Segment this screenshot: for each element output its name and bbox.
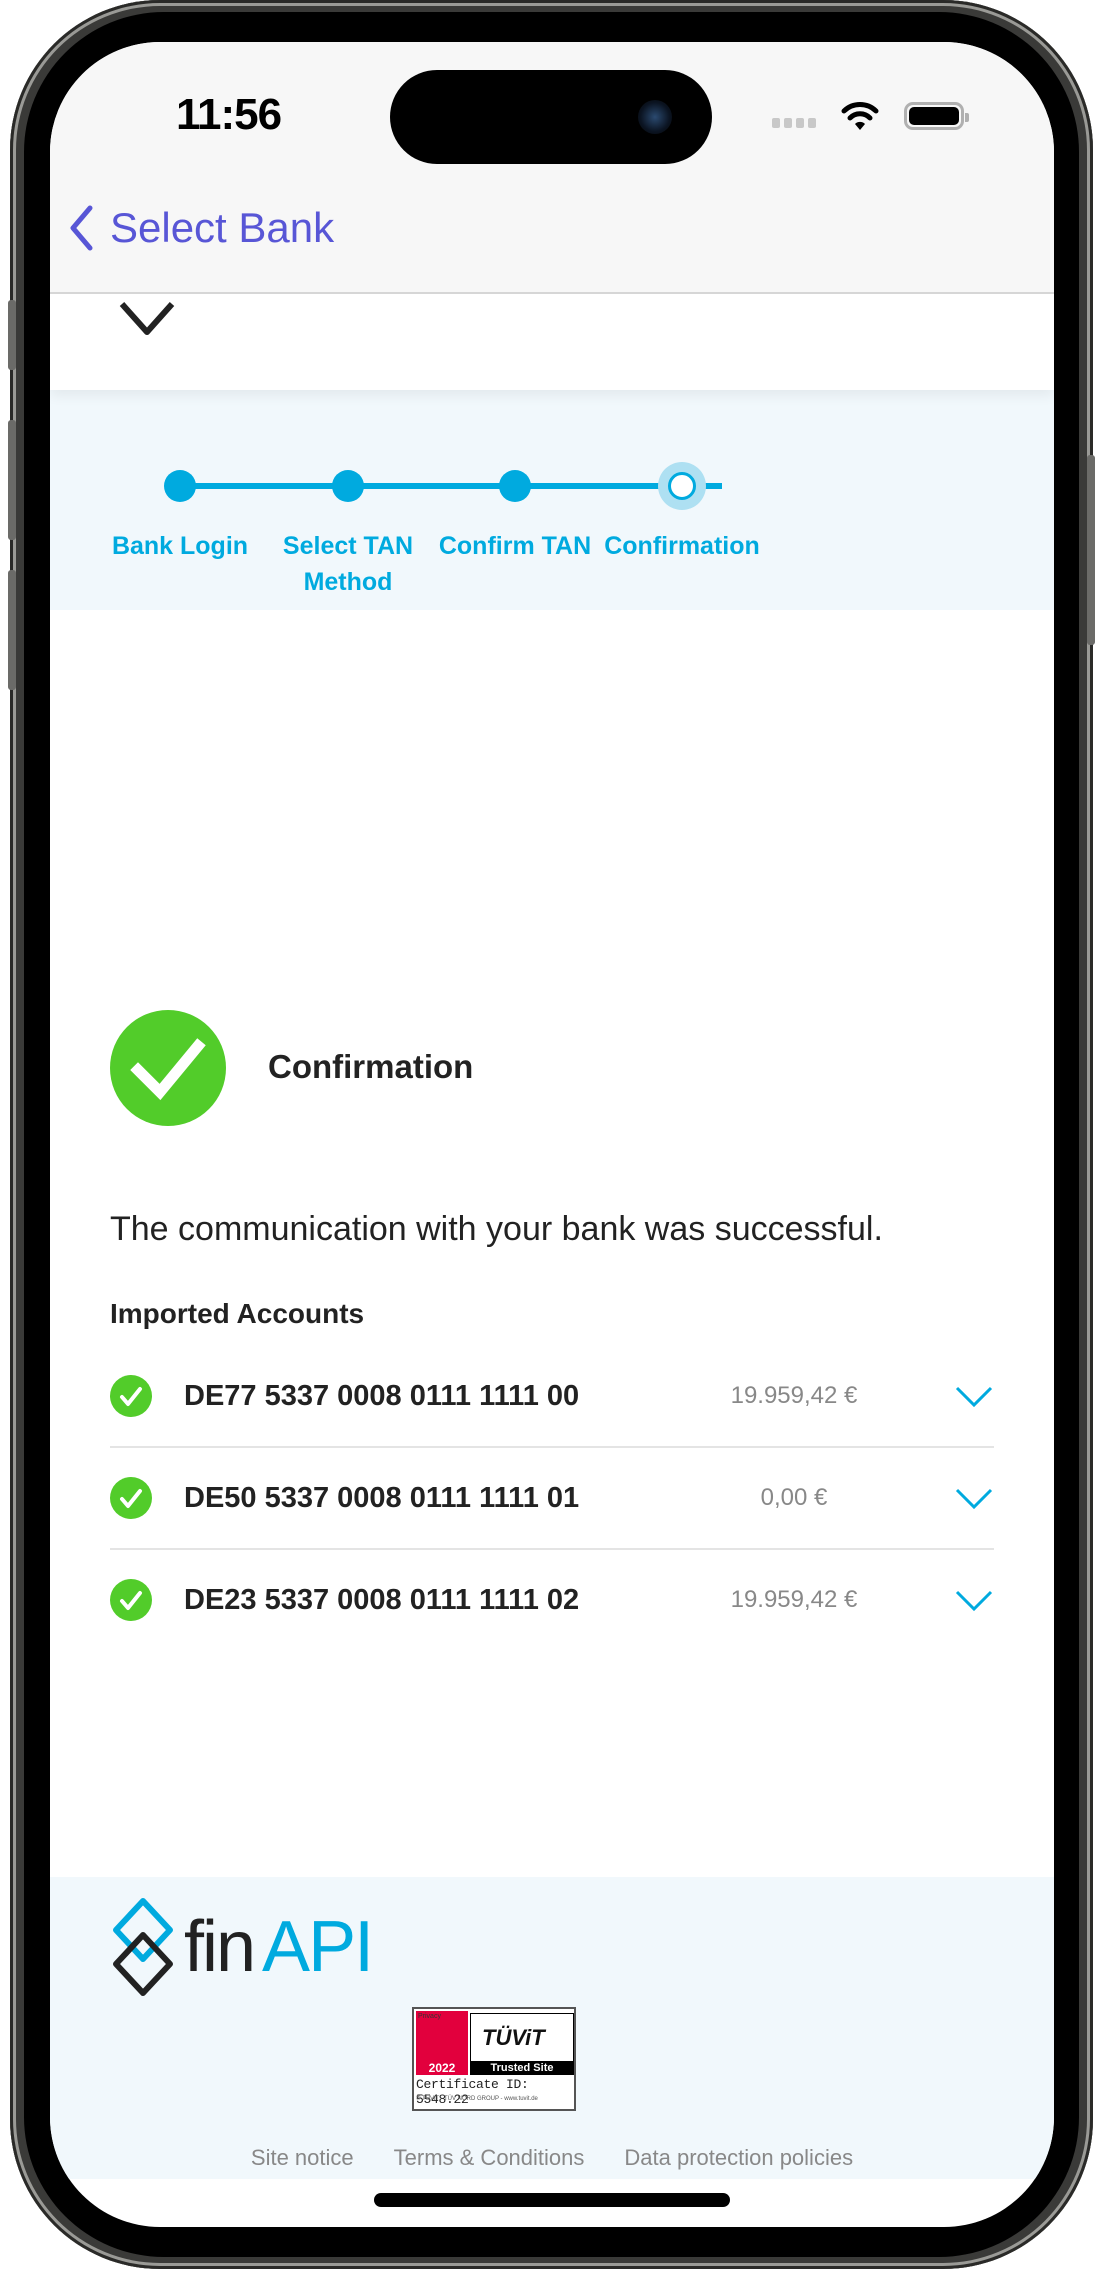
cellular-signal-icon bbox=[772, 118, 816, 128]
step-label-bank-login: Bank Login bbox=[111, 532, 249, 560]
account-iban: DE50 5337 0008 0111 1111 01 bbox=[184, 1481, 580, 1514]
site-notice-link[interactable]: Site notice bbox=[251, 2145, 354, 2171]
account-row[interactable]: DE77 5337 0008 0111 1111 00 19.959,42 € bbox=[110, 1346, 994, 1448]
accounts-list: DE77 5337 0008 0111 1111 00 19.959,42 € … bbox=[110, 1346, 994, 1650]
badge-brand: TÜViT bbox=[482, 2025, 545, 2050]
chevron-down-icon[interactable] bbox=[954, 1376, 994, 1416]
battery-icon bbox=[904, 102, 969, 130]
data-protection-link[interactable]: Data protection policies bbox=[624, 2145, 853, 2171]
account-balance: 19.959,42 € bbox=[730, 1586, 858, 1613]
action-button bbox=[8, 300, 16, 370]
account-balance: 19.959,42 € bbox=[730, 1382, 858, 1409]
power-button bbox=[1087, 455, 1095, 645]
step-dot-bank-login bbox=[164, 470, 196, 502]
step-dot-select-tan bbox=[332, 470, 364, 502]
account-row[interactable]: DE50 5337 0008 0111 1111 01 0,00 € bbox=[110, 1448, 994, 1550]
logo-text-api: API bbox=[262, 1907, 374, 1987]
confirmation-title: Confirmation bbox=[268, 1048, 474, 1085]
account-row[interactable]: DE23 5337 0008 0111 1111 02 19.959,42 € bbox=[110, 1550, 994, 1650]
chevron-left-icon bbox=[70, 205, 93, 251]
step-label-confirmation: Confirmation bbox=[604, 532, 760, 560]
header-logo-strip bbox=[50, 294, 1054, 390]
account-check-icon bbox=[110, 1579, 152, 1621]
chevron-down-icon[interactable] bbox=[954, 1478, 994, 1518]
badge-copyright: © TÜViT - TÜV NORD GROUP - www.tuvit.de bbox=[416, 2096, 538, 2102]
back-button-label: Select Bank bbox=[110, 204, 335, 251]
web-content: Bank Login Select TAN Method Confirm TAN… bbox=[50, 294, 1054, 2227]
step-dot-confirmation bbox=[658, 462, 706, 510]
status-bar: 11:56 bbox=[50, 42, 1054, 182]
account-balance: 0,00 € bbox=[760, 1484, 828, 1511]
badge-privacy: Privacy bbox=[418, 2013, 441, 2020]
account-check-icon bbox=[110, 1375, 152, 1417]
badge-certificate: Certificate ID: 5548.22 bbox=[416, 2077, 529, 2107]
dynamic-island bbox=[390, 70, 712, 164]
volume-down-button bbox=[8, 570, 16, 690]
footer-links: Site notice Terms & Conditions Data prot… bbox=[50, 2145, 1054, 2171]
badge-trusted: Trusted Site bbox=[470, 2061, 574, 2075]
badge-year: 2022 bbox=[416, 2061, 468, 2075]
account-iban: DE77 5337 0008 0111 1111 00 bbox=[184, 1379, 580, 1412]
success-check-icon bbox=[110, 1010, 226, 1126]
finapi-logo: fin API bbox=[110, 1897, 374, 1997]
home-indicator[interactable] bbox=[374, 2193, 730, 2207]
success-message: The communication with your bank was suc… bbox=[110, 1210, 883, 1248]
footer: fin API Privacy TÜViT 2022 Trusted Site … bbox=[50, 1877, 1054, 2179]
account-check-icon bbox=[110, 1477, 152, 1519]
terms-link[interactable]: Terms & Conditions bbox=[394, 2145, 585, 2171]
wifi-icon bbox=[841, 102, 879, 130]
finapi-diamond-icon bbox=[113, 1898, 173, 1996]
navigation-bar: Select Bank bbox=[50, 182, 1054, 294]
finapi-logo-icon bbox=[119, 302, 175, 335]
volume-up-button bbox=[8, 420, 16, 540]
imported-accounts-heading: Imported Accounts bbox=[110, 1298, 365, 1329]
back-button[interactable]: Select Bank bbox=[68, 204, 334, 252]
stepper-line bbox=[180, 483, 722, 489]
step-label-select-tan: Select TAN Method bbox=[282, 532, 414, 596]
progress-stepper: Bank Login Select TAN Method Confirm TAN… bbox=[50, 390, 1054, 610]
status-time: 11:56 bbox=[176, 90, 282, 139]
account-iban: DE23 5337 0008 0111 1111 02 bbox=[184, 1583, 580, 1616]
logo-text-fin: fin bbox=[184, 1907, 256, 1987]
camera-icon bbox=[638, 100, 672, 134]
step-dot-confirm-tan bbox=[499, 470, 531, 502]
tuvit-trusted-site-badge[interactable]: Privacy TÜViT 2022 Trusted Site Certific… bbox=[412, 2007, 576, 2111]
chevron-down-icon[interactable] bbox=[954, 1580, 994, 1620]
screen: 11:56 Select Bank Bank Login Select TAN … bbox=[50, 42, 1054, 2227]
